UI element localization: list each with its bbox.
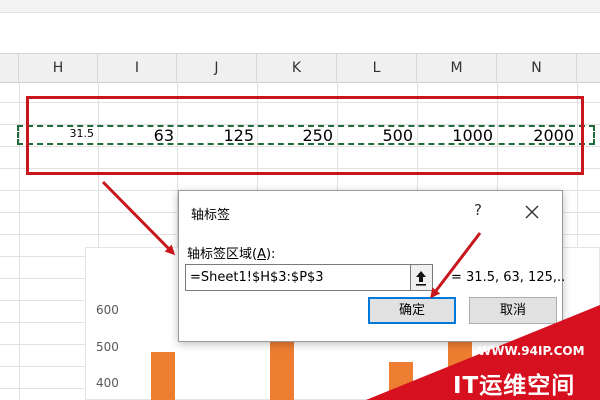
watermark-url: WWW.94IP.COM <box>478 344 585 358</box>
watermark-triangle <box>366 305 600 400</box>
watermark-brand: IT运维空间 <box>453 373 576 399</box>
